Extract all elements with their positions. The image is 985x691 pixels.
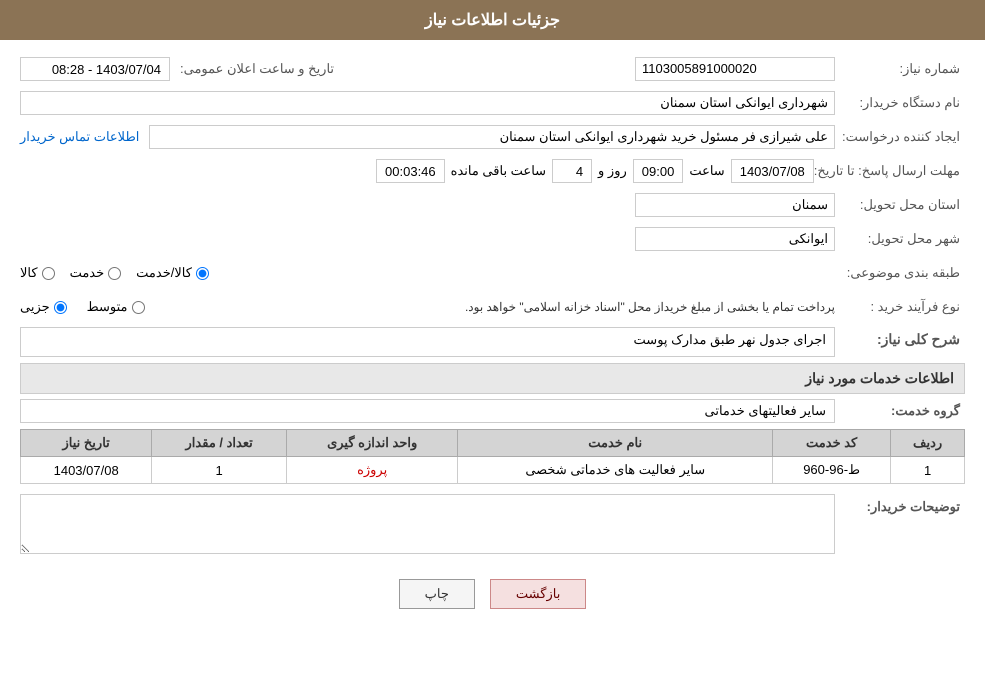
cell-name: سایر فعالیت های خدماتی شخصی — [458, 457, 773, 484]
city-value: ایوانکی — [635, 227, 835, 251]
radio-motavaset: متوسط — [87, 299, 145, 315]
back-button[interactable]: بازگشت — [490, 579, 586, 609]
cell-unit: پروژه — [286, 457, 457, 484]
group-label: گروه خدمت: — [835, 403, 965, 419]
purchase-type-label: نوع فرآیند خرید : — [835, 299, 965, 315]
sharh-label: شرح کلی نیاز: — [835, 327, 965, 348]
purchase-type-row: نوع فرآیند خرید : پرداخت تمام یا بخشی از… — [20, 293, 965, 321]
radio-kala-khadmat: کالا/خدمت — [136, 265, 209, 281]
radio-jozee-label: جزیی — [20, 299, 50, 315]
table-row: 1ط-96-960سایر فعالیت های خدماتی شخصیپروژ… — [21, 457, 965, 484]
shomara-row: شماره نیاز: 1103005891000020 تاریخ و ساع… — [20, 55, 965, 83]
deadline-time: 09:00 — [633, 159, 684, 183]
creator-label: ایجاد کننده درخواست: — [835, 129, 965, 145]
shomara-value: 1103005891000020 — [635, 57, 835, 81]
radio-kala: کالا — [20, 265, 55, 281]
remaining-time: 00:03:46 — [376, 159, 445, 183]
creator-value: علی شیرازی فر مسئول خرید شهرداری ایوانکی… — [149, 125, 835, 149]
namdastgah-value: شهرداری ایوانکی استان سمنان — [20, 91, 835, 115]
services-table-container: ردیف کد خدمت نام خدمت واحد اندازه گیری ت… — [20, 429, 965, 484]
cell-radif: 1 — [891, 457, 965, 484]
radio-khadmat-label: خدمت — [70, 265, 105, 281]
services-table: ردیف کد خدمت نام خدمت واحد اندازه گیری ت… — [20, 429, 965, 484]
deadline-row: مهلت ارسال پاسخ: تا تاریخ: 1403/07/08 سا… — [20, 157, 965, 185]
namdastgah-label: نام دستگاه خریدار: — [835, 95, 965, 111]
radio-kala-khadmat-label: کالا/خدمت — [136, 265, 192, 281]
category-label: طبقه بندی موضوعی: — [835, 265, 965, 281]
category-options: کالا/خدمت خدمت کالا — [20, 265, 835, 281]
col-date: تاریخ نیاز — [21, 430, 152, 457]
notes-label: توضیحات خریدار: — [835, 494, 965, 515]
remaining-label: ساعت باقی مانده — [445, 163, 552, 179]
day-label: روز و — [592, 163, 633, 179]
sharh-row: شرح کلی نیاز: اجرای جدول نهر طبق مدارک پ… — [20, 327, 965, 357]
category-row: طبقه بندی موضوعی: کالا/خدمت خدمت کالا — [20, 259, 965, 287]
footer-buttons: بازگشت چاپ — [20, 564, 965, 619]
creator-row: ایجاد کننده درخواست: علی شیرازی فر مسئول… — [20, 123, 965, 151]
deadline-date: 1403/07/08 — [731, 159, 814, 183]
radio-motavaset-label: متوسط — [87, 299, 128, 315]
radio-kala-label: کالا — [20, 265, 38, 281]
cell-qty: 1 — [152, 457, 287, 484]
namdastgah-row: نام دستگاه خریدار: شهرداری ایوانکی استان… — [20, 89, 965, 117]
purchase-note: پرداخت تمام یا بخشی از مبلغ خریداز محل "… — [165, 300, 835, 314]
group-row: گروه خدمت: سایر فعالیتهای خدماتی — [20, 399, 965, 423]
col-unit: واحد اندازه گیری — [286, 430, 457, 457]
radio-khadmat: خدمت — [70, 265, 122, 281]
contact-link[interactable]: اطلاعات تماس خریدار — [20, 129, 139, 145]
notes-row: توضیحات خریدار: — [20, 494, 965, 554]
province-label: استان محل تحویل: — [835, 197, 965, 213]
city-row: شهر محل تحویل: ایوانکی — [20, 225, 965, 253]
radio-motavaset-input[interactable] — [132, 301, 145, 314]
deadline-days: 4 — [552, 159, 592, 183]
radio-kala-khadmat-input[interactable] — [196, 267, 209, 280]
cell-code: ط-96-960 — [773, 457, 891, 484]
time-label: ساعت — [683, 163, 730, 179]
purchase-type-options: پرداخت تمام یا بخشی از مبلغ خریداز محل "… — [20, 299, 835, 315]
page-header: جزئیات اطلاعات نیاز — [0, 0, 985, 40]
city-label: شهر محل تحویل: — [835, 231, 965, 247]
radio-jozee: جزیی — [20, 299, 67, 315]
print-button[interactable]: چاپ — [399, 579, 475, 609]
services-section-title: اطلاعات خدمات مورد نیاز — [20, 363, 965, 394]
province-value: سمنان — [635, 193, 835, 217]
announce-value: 1403/07/04 - 08:28 — [20, 57, 170, 81]
radio-kala-input[interactable] — [42, 267, 55, 280]
radio-khadmat-input[interactable] — [108, 267, 121, 280]
notes-textarea[interactable] — [20, 494, 835, 554]
sharh-value: اجرای جدول نهر طبق مدارک پوست — [20, 327, 835, 357]
page-title: جزئیات اطلاعات نیاز — [425, 12, 560, 29]
col-name: نام خدمت — [458, 430, 773, 457]
radio-jozee-input[interactable] — [54, 301, 67, 314]
shomara-label: شماره نیاز: — [835, 61, 965, 77]
province-row: استان محل تحویل: سمنان — [20, 191, 965, 219]
col-qty: تعداد / مقدار — [152, 430, 287, 457]
deadline-label: مهلت ارسال پاسخ: تا تاریخ: — [814, 163, 965, 179]
cell-date: 1403/07/08 — [21, 457, 152, 484]
col-radif: ردیف — [891, 430, 965, 457]
col-code: کد خدمت — [773, 430, 891, 457]
announce-label: تاریخ و ساعت اعلان عمومی: — [170, 61, 339, 77]
group-value: سایر فعالیتهای خدماتی — [20, 399, 835, 423]
